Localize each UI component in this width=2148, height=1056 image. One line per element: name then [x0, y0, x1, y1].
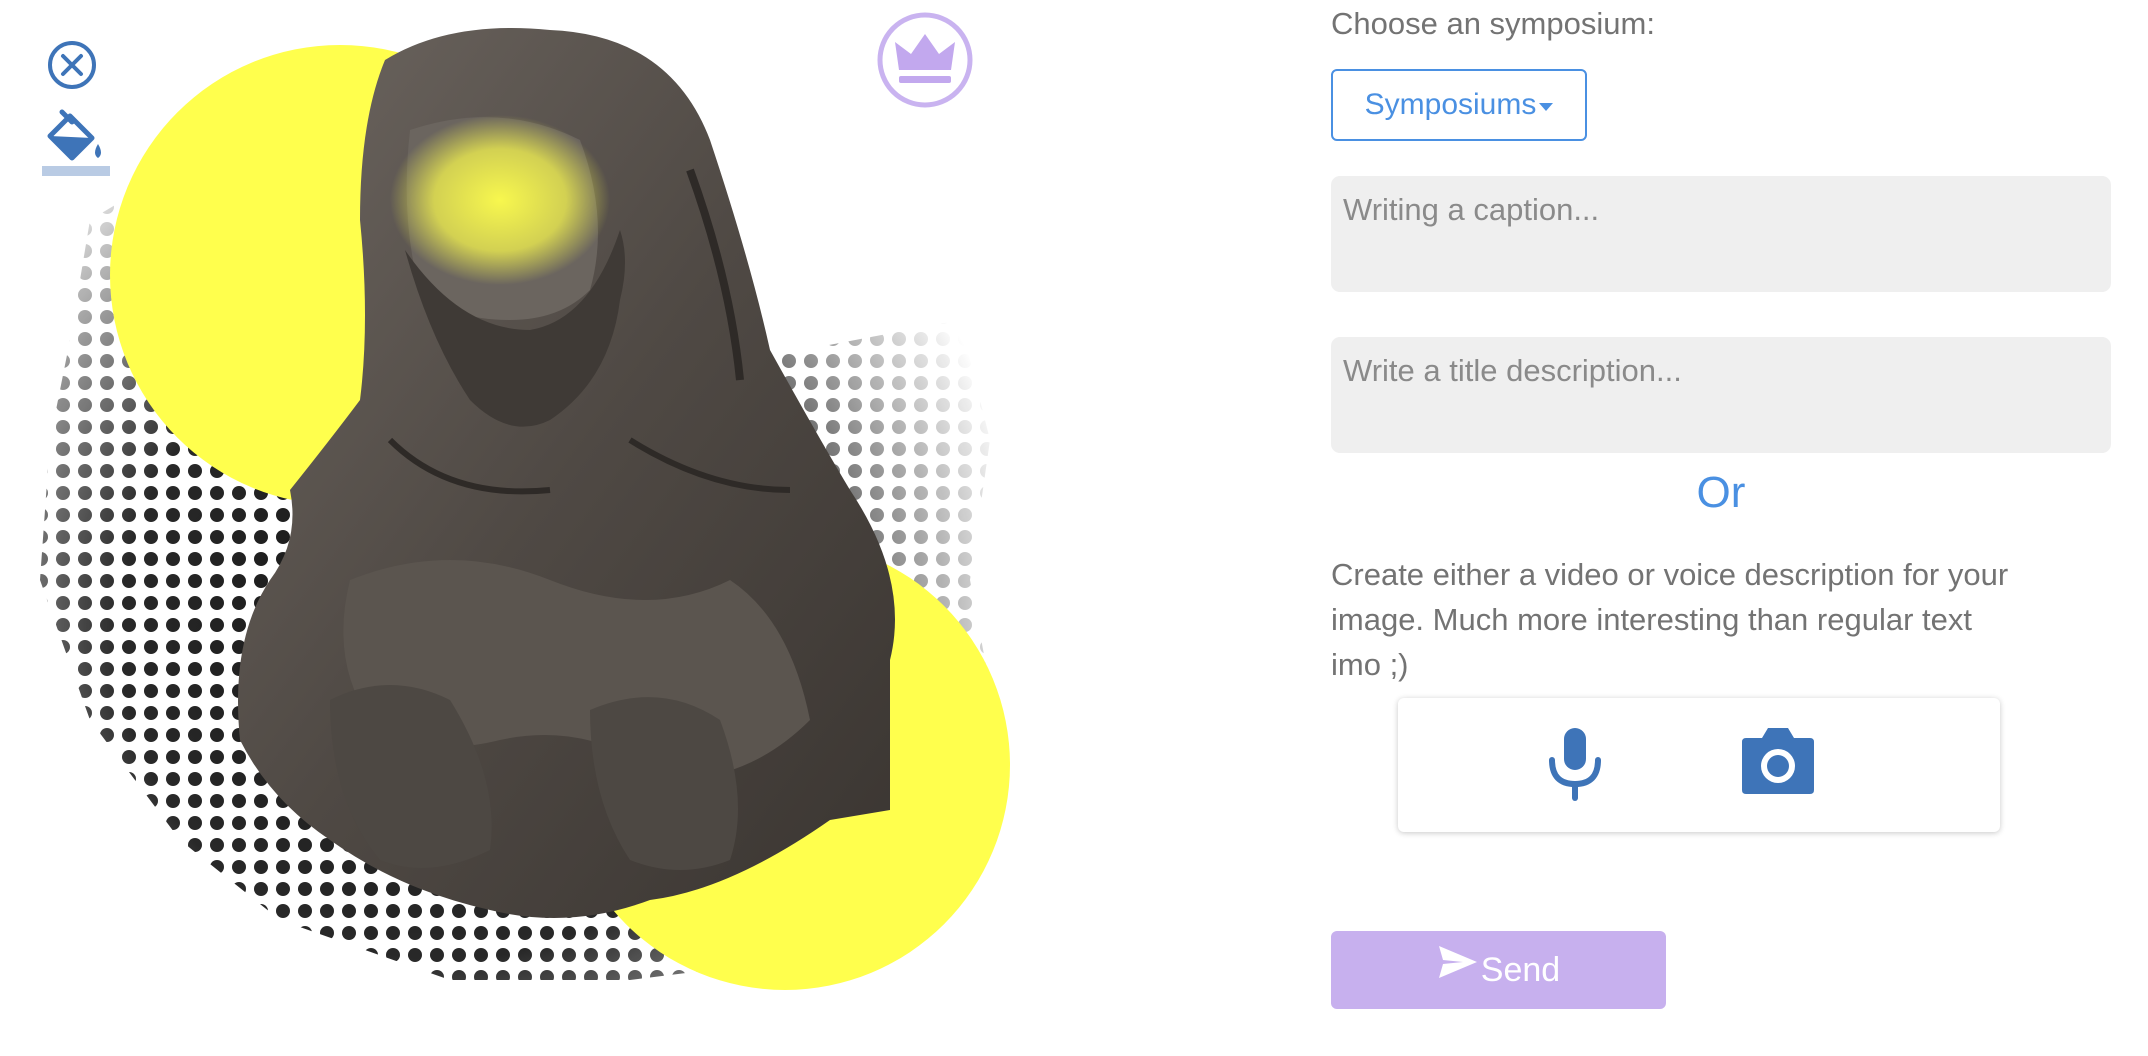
microphone-icon[interactable] — [1542, 726, 1608, 802]
paint-bucket-button[interactable] — [42, 108, 110, 180]
crown-icon[interactable] — [875, 10, 975, 110]
caption-input[interactable] — [1331, 176, 2111, 292]
symposium-dropdown[interactable]: Symposiums — [1331, 69, 1587, 141]
paint-color-swatch — [42, 166, 110, 176]
symposium-dropdown-label: Symposiums — [1364, 88, 1537, 121]
paper-plane-icon — [1438, 946, 1477, 978]
send-label: Send — [1480, 950, 1561, 989]
media-description-text: Create either a video or voice descripti… — [1331, 557, 2009, 682]
title-description-input[interactable] — [1331, 337, 2111, 453]
media-recorder-panel — [1398, 698, 2000, 832]
camera-icon[interactable] — [1738, 726, 1818, 796]
choose-symposium-label: Choose an symposium: — [1331, 6, 1655, 41]
artwork-collage — [40, 28, 1010, 990]
send-button[interactable]: Send — [1331, 931, 1666, 1009]
post-creation-screen: Choose an symposium: Symposiums Or Creat… — [0, 0, 2148, 1056]
close-icon[interactable] — [47, 40, 97, 90]
paint-bucket-icon — [47, 109, 101, 161]
or-separator: Or — [1696, 468, 1746, 517]
caret-down-icon — [1539, 103, 1554, 111]
face-glow — [390, 115, 610, 285]
